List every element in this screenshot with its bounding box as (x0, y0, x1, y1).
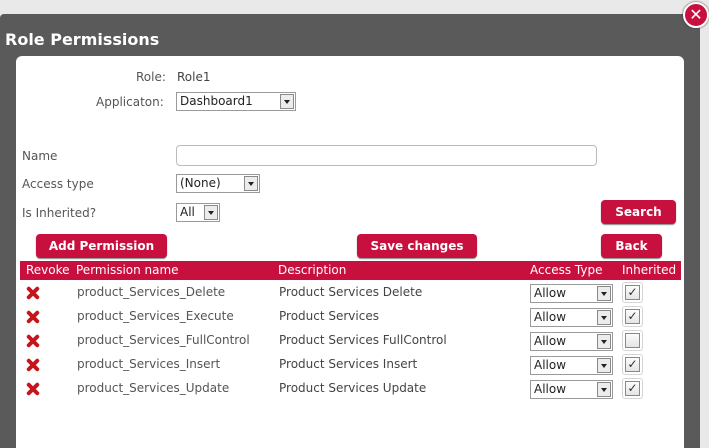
chevron-down-icon (597, 286, 611, 301)
inherited-checkbox[interactable]: ✓ (625, 285, 640, 300)
back-button[interactable]: Back (601, 234, 662, 258)
table-row: product_Services_Update Product Services … (20, 378, 681, 404)
access-type-select[interactable]: Allow (530, 308, 613, 327)
column-header-access-type: Access Type (530, 263, 603, 277)
column-header-inherited: Inherited (622, 263, 677, 277)
permission-name-cell: product_Services_Delete (77, 285, 226, 299)
chevron-down-icon (597, 358, 611, 373)
role-label: Role: (136, 70, 166, 84)
column-header-description: Description (278, 263, 347, 277)
permission-name-cell: product_Services_FullControl (77, 333, 250, 347)
is-inherited-label: Is Inherited? (22, 206, 97, 220)
table-row: product_Services_Delete Product Services … (20, 282, 681, 308)
table-row: product_Services_Execute Product Services… (20, 306, 681, 332)
access-type-value: Allow (534, 286, 567, 300)
column-header-revoke: Revoke (26, 263, 70, 277)
is-inherited-value: All (180, 205, 195, 219)
access-type-select[interactable]: Allow (530, 380, 613, 399)
chevron-down-icon (597, 310, 611, 325)
chevron-down-icon (204, 205, 218, 220)
access-type-value: Allow (534, 382, 567, 396)
delete-x-icon[interactable] (26, 382, 40, 396)
access-type-label: Access type (22, 177, 94, 191)
chevron-down-icon (597, 334, 611, 349)
access-type-value: Allow (534, 358, 567, 372)
inherited-checkbox[interactable]: ✓ (625, 309, 640, 324)
permission-name-cell: product_Services_Execute (77, 309, 234, 323)
name-label: Name (22, 149, 58, 163)
application-select[interactable]: Dashboard1 (176, 92, 296, 111)
delete-x-icon[interactable] (26, 286, 40, 300)
inherited-checkbox[interactable]: ✓ (625, 357, 640, 372)
description-cell: Product Services Insert (279, 357, 418, 371)
search-button[interactable]: Search (601, 200, 676, 224)
access-type-select[interactable]: Allow (530, 356, 613, 375)
permissions-table-header: Revoke Permission name Description Acces… (20, 261, 681, 280)
inherited-checkbox[interactable]: ✓ (625, 381, 640, 396)
close-icon[interactable]: ✕ (683, 2, 709, 28)
delete-x-icon[interactable] (26, 310, 40, 324)
table-row: product_Services_FullControl Product Serv… (20, 330, 681, 356)
access-type-value: Allow (534, 310, 567, 324)
is-inherited-select[interactable]: All (176, 203, 220, 222)
application-select-value: Dashboard1 (180, 94, 253, 108)
description-cell: Product Services Update (279, 381, 427, 395)
access-type-select[interactable]: Allow (530, 284, 613, 303)
inherited-checkbox[interactable] (625, 333, 640, 348)
access-type-value: Allow (534, 334, 567, 348)
delete-x-icon[interactable] (26, 334, 40, 348)
save-changes-button[interactable]: Save changes (357, 234, 477, 258)
application-label: Applicaton: (96, 95, 164, 109)
column-header-permission-name: Permission name (76, 263, 179, 277)
chevron-down-icon (244, 176, 258, 191)
add-permission-button[interactable]: Add Permission (36, 234, 167, 258)
chevron-down-icon (597, 382, 611, 397)
access-type-filter-value: (None) (180, 176, 221, 190)
delete-x-icon[interactable] (26, 358, 40, 372)
access-type-filter-select[interactable]: (None) (176, 174, 260, 193)
permission-name-cell: product_Services_Update (77, 381, 230, 395)
name-input[interactable] (176, 145, 597, 166)
description-cell: Product Services (279, 309, 379, 323)
permission-name-cell: product_Services_Insert (77, 357, 221, 371)
access-type-select[interactable]: Allow (530, 332, 613, 351)
chevron-down-icon (280, 94, 294, 109)
role-value: Role1 (177, 70, 211, 84)
dialog-title: Role Permissions (5, 30, 160, 49)
description-cell: Product Services Delete (279, 285, 423, 299)
table-row: product_Services_Insert Product Services … (20, 354, 681, 380)
description-cell: Product Services FullControl (279, 333, 447, 347)
